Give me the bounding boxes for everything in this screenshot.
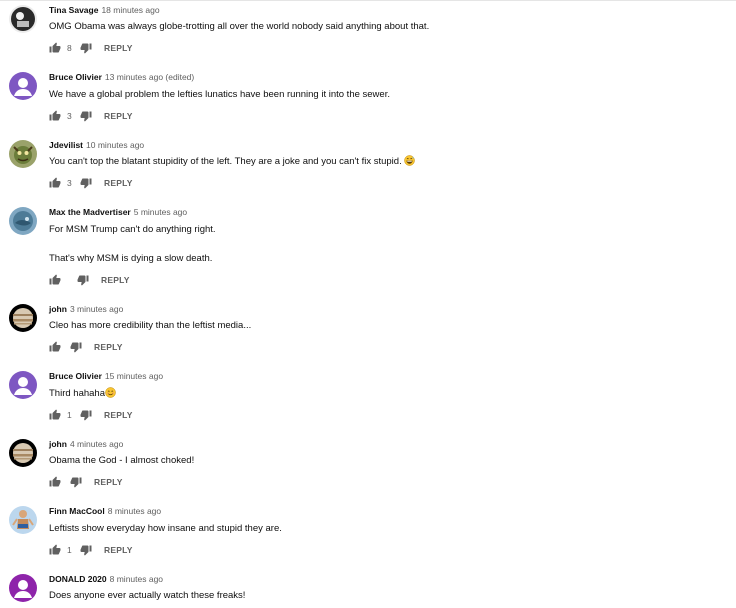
comment-text: That's why MSM is dying a slow death.	[49, 253, 213, 264]
comment-header: DONALD 2020 8 minutes ago	[49, 574, 163, 585]
max-madvertiser-avatar[interactable]	[9, 207, 37, 235]
finn-maccool-avatar[interactable]	[9, 506, 37, 534]
reply-button[interactable]: REPLY	[104, 410, 133, 420]
grinning-sweat-emoji	[403, 155, 415, 166]
comment-text: OMG Obama was always globe-trotting all …	[49, 21, 430, 32]
default-user-avatar[interactable]	[9, 72, 37, 100]
jupiter-avatar[interactable]	[9, 304, 37, 332]
comment-header: john 3 minutes ago	[49, 304, 123, 315]
comment-header: Bruce Olivier 15 minutes ago	[49, 371, 163, 382]
reply-button[interactable]: REPLY	[104, 111, 133, 121]
comment-actions: REPLY	[49, 274, 130, 286]
comment-actions: 8 REPLY	[49, 42, 133, 54]
reply-button[interactable]: REPLY	[104, 545, 133, 555]
comment-header: Max the Madvertiser 5 minutes ago	[49, 207, 187, 218]
top-divider	[0, 0, 736, 1]
like-count: 8	[67, 43, 72, 53]
thumbs-down-icon[interactable]	[80, 409, 92, 421]
comment-time[interactable]: 13 minutes ago (edited)	[105, 72, 194, 82]
reply-button[interactable]: REPLY	[94, 477, 123, 487]
comment-actions: REPLY	[49, 476, 123, 488]
thumbs-up-icon[interactable]	[49, 341, 61, 353]
comment-author[interactable]: Tina Savage	[49, 5, 98, 15]
thumbs-down-icon[interactable]	[77, 274, 89, 286]
thumbs-up-icon[interactable]	[49, 42, 61, 54]
comment-author[interactable]: Max the Madvertiser	[49, 207, 131, 217]
comment-text: Third hahaha	[49, 387, 116, 400]
comment-author[interactable]: john	[49, 304, 67, 314]
comment-text: You can't top the blatant stupidity of t…	[49, 155, 415, 168]
tina-savage-avatar[interactable]	[9, 5, 37, 33]
thumbs-up-icon[interactable]	[49, 177, 61, 189]
comment-text-line: Third hahaha	[49, 388, 105, 399]
comment-header: john 4 minutes ago	[49, 439, 123, 450]
smiling-emoji	[105, 387, 116, 398]
thumbs-up-icon[interactable]	[49, 110, 61, 122]
like-count: 3	[67, 111, 72, 121]
comment-text: Does anyone ever actually watch these fr…	[49, 590, 246, 601]
comment-actions: 3 REPLY	[49, 110, 133, 122]
default-user-avatar[interactable]	[9, 371, 37, 399]
like-count: 3	[67, 178, 72, 188]
comment-time[interactable]: 3 minutes ago	[70, 304, 123, 314]
comment-author[interactable]: john	[49, 439, 67, 449]
reply-button[interactable]: REPLY	[104, 178, 133, 188]
comment-time[interactable]: 18 minutes ago	[101, 5, 159, 15]
jdevilist-avatar[interactable]	[9, 140, 37, 168]
comment-text: We have a global problem the lefties lun…	[49, 89, 390, 100]
comment-time[interactable]: 8 minutes ago	[108, 506, 161, 516]
thumbs-up-icon[interactable]	[49, 476, 61, 488]
comment-header: Tina Savage 18 minutes ago	[49, 5, 160, 16]
comment-text: Cleo has more credibility than the lefti…	[49, 320, 252, 331]
thumbs-up-icon[interactable]	[49, 409, 61, 421]
like-count: 1	[67, 545, 72, 555]
comment-author[interactable]: Jdevilist	[49, 140, 83, 150]
comment-time[interactable]: 5 minutes ago	[134, 207, 187, 217]
comment-header: Jdevilist 10 minutes ago	[49, 140, 144, 151]
comment-actions: 1 REPLY	[49, 544, 133, 556]
jupiter-avatar[interactable]	[9, 439, 37, 467]
comment-author[interactable]: DONALD 2020	[49, 574, 107, 584]
thumbs-down-icon[interactable]	[80, 110, 92, 122]
comment-author[interactable]: Finn MacCool	[49, 506, 105, 516]
comment-author[interactable]: Bruce Olivier	[49, 72, 102, 82]
thumbs-down-icon[interactable]	[80, 177, 92, 189]
thumbs-down-icon[interactable]	[80, 42, 92, 54]
reply-button[interactable]: REPLY	[101, 275, 130, 285]
thumbs-down-icon[interactable]	[70, 341, 82, 353]
comment-time[interactable]: 10 minutes ago	[86, 140, 144, 150]
comment-actions: 1 REPLY	[49, 409, 133, 421]
comment-text: For MSM Trump can't do anything right.	[49, 224, 216, 235]
comment-time[interactable]: 15 minutes ago	[105, 371, 163, 381]
comment-time[interactable]: 4 minutes ago	[70, 439, 123, 449]
default-user-avatar[interactable]	[9, 574, 37, 602]
thumbs-up-icon[interactable]	[49, 274, 61, 286]
comment-text: Leftists show everyday how insane and st…	[49, 523, 282, 534]
comment-text: Obama the God - I almost choked!	[49, 455, 195, 466]
comment-header: Finn MacCool 8 minutes ago	[49, 506, 161, 517]
comment-actions: REPLY	[49, 341, 123, 353]
thumbs-down-icon[interactable]	[80, 544, 92, 556]
like-count: 1	[67, 410, 72, 420]
thumbs-up-icon[interactable]	[49, 544, 61, 556]
comment-author[interactable]: Bruce Olivier	[49, 371, 102, 381]
comment-actions: 3 REPLY	[49, 177, 133, 189]
comment-text-line: You can't top the blatant stupidity of t…	[49, 156, 402, 167]
thumbs-down-icon[interactable]	[70, 476, 82, 488]
reply-button[interactable]: REPLY	[94, 342, 123, 352]
reply-button[interactable]: REPLY	[104, 43, 133, 53]
comment-header: Bruce Olivier 13 minutes ago (edited)	[49, 72, 194, 83]
comment-time[interactable]: 8 minutes ago	[110, 574, 163, 584]
